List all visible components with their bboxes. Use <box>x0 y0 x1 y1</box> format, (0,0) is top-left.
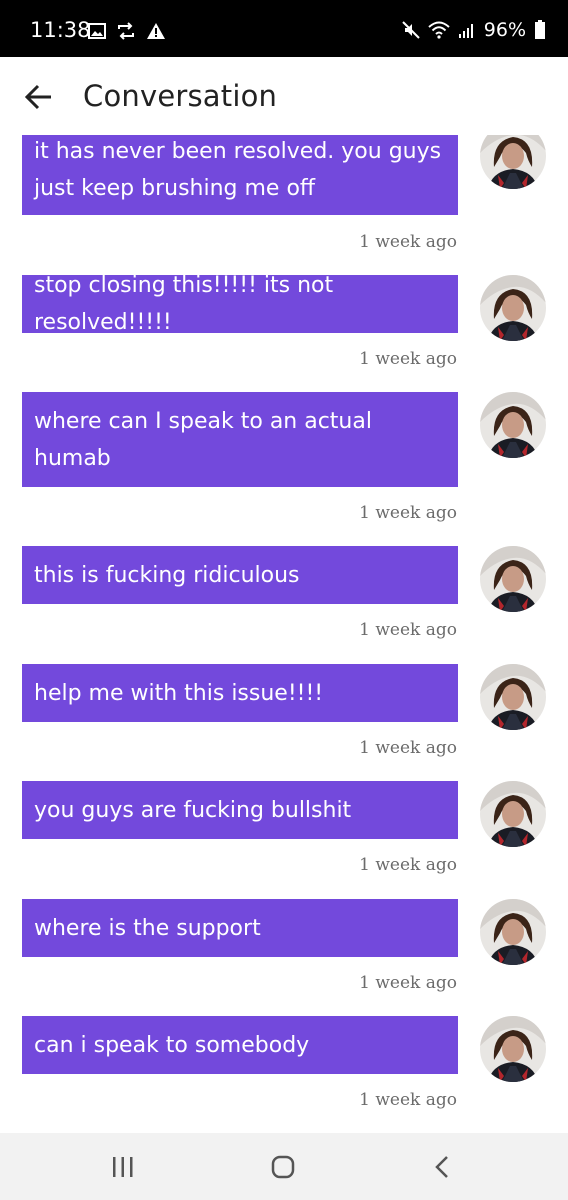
message-bubble[interactable]: it has never been resolved. you guys jus… <box>22 135 458 215</box>
message-bubble[interactable]: where is the support <box>22 899 458 957</box>
mute-icon <box>402 21 420 39</box>
status-bar: 11:38 96% <box>0 0 568 57</box>
message-text: can i speak to somebody <box>34 1032 310 1058</box>
message-text: you guys are fucking bullshit <box>34 797 352 823</box>
home-button[interactable] <box>263 1153 303 1181</box>
message-bubble[interactable]: this is fucking ridiculous <box>22 546 458 604</box>
message-bubble[interactable]: you guys are fucking bullshit <box>22 781 458 839</box>
avatar <box>480 781 546 847</box>
message-list[interactable]: it has never been resolved. you guys jus… <box>0 135 568 1133</box>
avatar <box>480 899 546 965</box>
back-button[interactable] <box>24 83 54 111</box>
system-icons: 96% <box>402 20 546 40</box>
message-timestamp: 1 week ago <box>359 620 457 640</box>
avatar <box>480 275 546 341</box>
wifi-icon <box>428 21 450 39</box>
message-text: where is the support <box>34 915 261 941</box>
home-icon <box>271 1155 295 1179</box>
message-bubble[interactable]: stop closing this!!!!! its not resolved!… <box>22 273 458 335</box>
avatar <box>480 1016 546 1082</box>
message-timestamp: 1 week ago <box>359 738 457 758</box>
status-time: 11:38 <box>30 18 91 42</box>
recent-apps-icon <box>113 1157 133 1177</box>
avatar <box>480 135 546 189</box>
message-bubble[interactable]: help me with this issue!!!! <box>22 664 458 722</box>
app-header: Conversation <box>0 57 568 135</box>
arrow-left-icon <box>24 84 51 110</box>
message-text: stop closing this!!!!! its not resolved!… <box>34 273 334 335</box>
message-timestamp: 1 week ago <box>359 1090 457 1110</box>
avatar <box>480 392 546 458</box>
avatar <box>480 546 546 612</box>
message-text: help me with this issue!!!! <box>34 680 324 706</box>
recent-apps-button[interactable] <box>103 1153 143 1181</box>
navigation-bar <box>0 1133 568 1200</box>
back-nav-button[interactable] <box>423 1153 463 1181</box>
message-timestamp: 1 week ago <box>359 855 457 875</box>
notification-icons <box>88 22 166 40</box>
message-timestamp: 1 week ago <box>359 973 457 993</box>
message-bubble[interactable]: can i speak to somebody <box>22 1016 458 1074</box>
message-text: where can I speak to an actual humab <box>34 408 372 471</box>
gallery-icon <box>88 23 106 39</box>
page-title: Conversation <box>83 79 278 113</box>
message-timestamp: 1 week ago <box>359 503 457 523</box>
warning-icon <box>147 23 165 39</box>
sync-icon <box>118 22 134 40</box>
message-timestamp: 1 week ago <box>359 232 457 252</box>
message-text: it has never been resolved. you guys jus… <box>34 139 442 201</box>
message-text: this is fucking ridiculous <box>34 562 300 588</box>
message-timestamp: 1 week ago <box>359 349 457 369</box>
message-bubble[interactable]: where can I speak to an actual humab <box>22 392 458 487</box>
battery-icon <box>535 20 545 39</box>
chevron-left-icon <box>435 1156 448 1178</box>
battery-percent: 96% <box>483 18 526 41</box>
avatar <box>480 664 546 730</box>
signal-icon <box>458 24 473 38</box>
